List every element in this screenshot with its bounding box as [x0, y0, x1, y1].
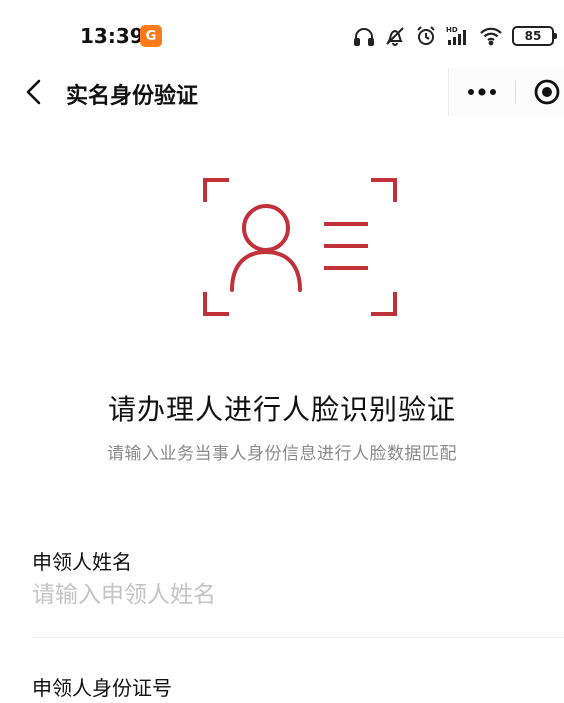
sub-heading: 请输入业务当事人身份信息进行人脸数据匹配 — [107, 444, 457, 464]
main-heading: 请办理人进行人脸识别验证 — [107, 393, 456, 426]
target-close-icon — [534, 79, 560, 105]
status-bar: 13:39 G HD 85 — [0, 0, 564, 66]
signal-hd-icon: HD — [446, 26, 466, 45]
applicant-name-label: 申领人姓名 — [32, 550, 132, 574]
back-button[interactable] — [18, 76, 50, 108]
chevron-left-icon — [26, 79, 41, 105]
wifi-icon — [480, 27, 502, 46]
app-notification-badge: G — [140, 25, 162, 47]
more-dots-icon — [468, 88, 496, 96]
applicant-name-input[interactable] — [32, 578, 532, 612]
face-id-icon — [203, 178, 397, 316]
svg-text:HD: HD — [446, 26, 458, 34]
page-title: 实名身份验证 — [66, 84, 199, 109]
close-mini-program-button[interactable] — [516, 68, 564, 116]
alarm-off-icon — [386, 27, 404, 46]
form-divider — [32, 637, 564, 638]
status-time: 13:39 — [80, 24, 144, 48]
applicant-id-label: 申领人身份证号 — [32, 676, 172, 700]
alarm-icon — [417, 26, 435, 45]
status-icons: HD 85 — [353, 24, 557, 48]
nav-bar: 实名身份验证 — [0, 66, 564, 118]
more-button[interactable] — [449, 68, 515, 116]
headphones-icon — [354, 28, 374, 46]
battery-icon: 85 — [512, 26, 557, 46]
mini-program-capsule — [448, 68, 564, 116]
